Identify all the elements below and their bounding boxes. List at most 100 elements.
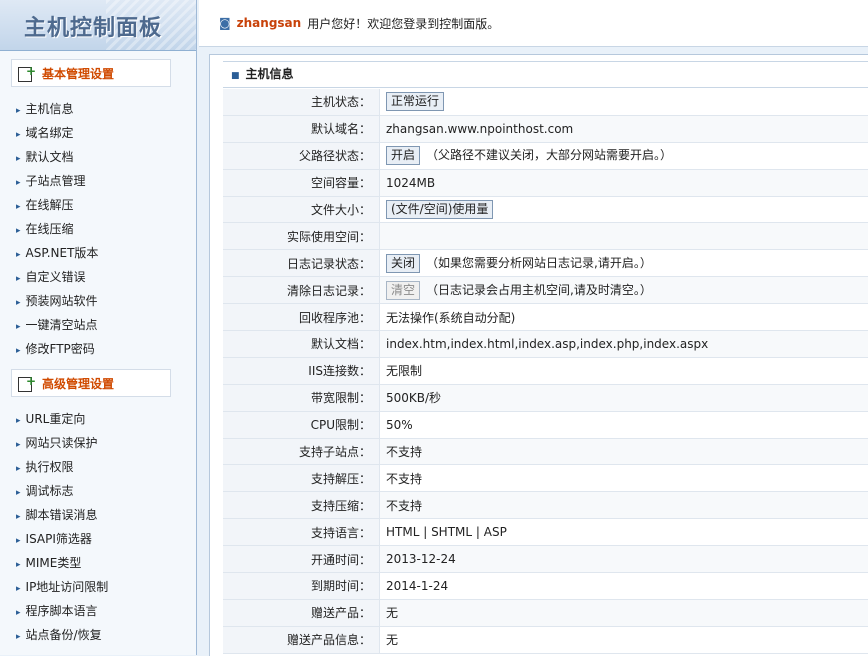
- menu-item-url-redirect[interactable]: ▸URL重定向: [0, 407, 196, 431]
- sidebar: 主机控制面板 + 基本管理设置 ▸主机信息 ▸域名绑定 ▸默认文档 ▸子站点管理…: [0, 0, 197, 655]
- row-value: 清空（日志记录会占用主机空间,请及时清空。）: [380, 277, 868, 304]
- row-value: 不支持: [380, 492, 868, 519]
- bullet-icon: ▸: [16, 250, 21, 260]
- add-page-icon: +: [18, 375, 36, 391]
- table-row: 开通时间： 2013-12-24: [223, 546, 868, 573]
- parent-path-toggle-button[interactable]: 开启: [386, 146, 420, 165]
- menu-item-aspnet[interactable]: ▸ASP.NET版本: [0, 241, 196, 265]
- row-value: 2013-12-24: [380, 546, 868, 573]
- table-row: 支持压缩： 不支持: [223, 492, 868, 519]
- row-value: (文件/空间)使用量: [380, 196, 868, 223]
- bullet-icon: ▸: [16, 440, 21, 450]
- table-row: 支持子站点： 不支持: [223, 438, 868, 465]
- menu-item-zip[interactable]: ▸在线压缩: [0, 217, 196, 241]
- table-row: 回收程序池： 无法操作(系统自动分配): [223, 304, 868, 331]
- menu-item-mime[interactable]: ▸MIME类型: [0, 551, 196, 575]
- menu-item-script-lang[interactable]: ▸程序脚本语言: [0, 599, 196, 623]
- menu-item-clear-site[interactable]: ▸一键清空站点: [0, 313, 196, 337]
- row-value: 无法操作(系统自动分配): [380, 304, 868, 331]
- usage-button[interactable]: (文件/空间)使用量: [386, 200, 493, 219]
- row-label: 日志记录状态：: [223, 250, 380, 277]
- table-row: 到期时间： 2014-1-24: [223, 573, 868, 600]
- row-label: 支持子站点：: [223, 438, 380, 465]
- log-toggle-button[interactable]: 关闭: [386, 254, 420, 273]
- menu-item-preinstall[interactable]: ▸预装网站软件: [0, 289, 196, 313]
- host-info-table: 主机状态： 正常运行 默认域名： zhangsan.www.npointhost…: [223, 89, 868, 654]
- bullet-icon: ▸: [16, 226, 21, 236]
- row-value: 2014-1-24: [380, 573, 868, 600]
- row-label: 回收程序池：: [223, 304, 380, 331]
- menu-item-script-error[interactable]: ▸脚本错误消息: [0, 503, 196, 527]
- menu-item-custom-error[interactable]: ▸自定义错误: [0, 265, 196, 289]
- bullet-icon: ▸: [16, 106, 21, 116]
- menu-item-ftp-password[interactable]: ▸修改FTP密码: [0, 337, 196, 361]
- panel-title: 主机控制面板: [24, 10, 162, 42]
- bullet-icon: ▸: [16, 416, 21, 426]
- table-row: 支持解压： 不支持: [223, 465, 868, 492]
- advanced-menu: ▸URL重定向 ▸网站只读保护 ▸执行权限 ▸调试标志 ▸脚本错误消息 ▸ISA…: [0, 407, 196, 647]
- row-label: 支持压缩：: [223, 492, 380, 519]
- section-advanced-title: 高级管理设置: [42, 375, 114, 392]
- section-basic-title: 基本管理设置: [42, 65, 114, 82]
- clear-log-button[interactable]: 清空: [386, 281, 420, 300]
- row-label: 空间容量：: [223, 169, 380, 196]
- table-row: 支持语言： HTML | SHTML | ASP: [223, 519, 868, 546]
- menu-item-unzip[interactable]: ▸在线解压: [0, 193, 196, 217]
- bullet-icon: ▸: [16, 536, 21, 546]
- content-panel: ■ 主机信息 主机状态： 正常运行 默认域名： zhangsan.www.npoi…: [209, 54, 868, 656]
- bullet-icon: ▸: [16, 488, 21, 498]
- row-label: 赠送产品信息：: [223, 626, 380, 653]
- table-row: 实际使用空间：: [223, 223, 868, 250]
- menu-item-host-info[interactable]: ▸主机信息: [0, 97, 196, 121]
- table-row: 默认域名： zhangsan.www.npointhost.com: [223, 115, 868, 142]
- basic-menu: ▸主机信息 ▸域名绑定 ▸默认文档 ▸子站点管理 ▸在线解压 ▸在线压缩 ▸AS…: [0, 97, 196, 361]
- menu-item-backup[interactable]: ▸站点备份/恢复: [0, 623, 196, 647]
- row-value: 不支持: [380, 465, 868, 492]
- bullet-icon: ▸: [16, 130, 21, 140]
- menu-item-readonly[interactable]: ▸网站只读保护: [0, 431, 196, 455]
- menu-item-subsite[interactable]: ▸子站点管理: [0, 169, 196, 193]
- row-label: 默认文档：: [223, 331, 380, 358]
- row-label: 清除日志记录：: [223, 277, 380, 304]
- row-value: 正常运行: [380, 89, 868, 115]
- menu-item-ip-limit[interactable]: ▸IP地址访问限制: [0, 575, 196, 599]
- panel-header-title: 主机信息: [246, 67, 294, 81]
- table-row: 日志记录状态： 关闭 （如果您需要分析网站日志记录,请开启。）: [223, 250, 868, 277]
- bullet-icon: ▸: [16, 202, 21, 212]
- bullet-icon: ▸: [16, 346, 21, 356]
- bullet-icon: ■: [231, 71, 240, 81]
- menu-item-exec-perm[interactable]: ▸执行权限: [0, 455, 196, 479]
- row-value: [380, 223, 868, 250]
- bullet-icon: ▸: [16, 560, 21, 570]
- menu-item-isapi[interactable]: ▸ISAPI筛选器: [0, 527, 196, 551]
- table-row: 主机状态： 正常运行: [223, 89, 868, 115]
- table-row: 赠送产品： 无: [223, 599, 868, 626]
- row-label: 主机状态：: [223, 89, 380, 115]
- row-label: IIS连接数：: [223, 357, 380, 384]
- bullet-icon: ▸: [16, 512, 21, 522]
- row-value: 无: [380, 599, 868, 626]
- bullet-icon: ▸: [16, 584, 21, 594]
- section-basic-header: + 基本管理设置: [11, 59, 171, 87]
- table-row: 父路径状态： 开启（父路径不建议关闭，大部分网站需要开启。）: [223, 142, 868, 169]
- table-row: 清除日志记录： 清空（日志记录会占用主机空间,请及时清空。）: [223, 277, 868, 304]
- top-bar: ◙ zhangsan 用户您好！欢迎您登录到控制面版。: [199, 0, 868, 47]
- row-label: 支持解压：: [223, 465, 380, 492]
- panel-header: ■ 主机信息: [223, 61, 868, 88]
- bullet-icon: ▸: [16, 608, 21, 618]
- row-label: 带宽限制：: [223, 384, 380, 411]
- menu-item-default-doc[interactable]: ▸默认文档: [0, 145, 196, 169]
- table-row: 默认文档： index.htm,index.html,index.asp,ind…: [223, 331, 868, 358]
- table-row: 空间容量： 1024MB: [223, 169, 868, 196]
- bullet-icon: ▸: [16, 178, 21, 188]
- logo-banner: 主机控制面板: [0, 0, 196, 51]
- menu-item-debug[interactable]: ▸调试标志: [0, 479, 196, 503]
- row-label: CPU限制：: [223, 411, 380, 438]
- add-page-icon: +: [18, 65, 36, 81]
- log-note: （如果您需要分析网站日志记录,请开启。）: [426, 256, 652, 270]
- row-value: 关闭 （如果您需要分析网站日志记录,请开启。）: [380, 250, 868, 277]
- menu-item-domain-binding[interactable]: ▸域名绑定: [0, 121, 196, 145]
- row-value: 无限制: [380, 357, 868, 384]
- host-status-button[interactable]: 正常运行: [386, 92, 444, 111]
- row-value: 50%: [380, 411, 868, 438]
